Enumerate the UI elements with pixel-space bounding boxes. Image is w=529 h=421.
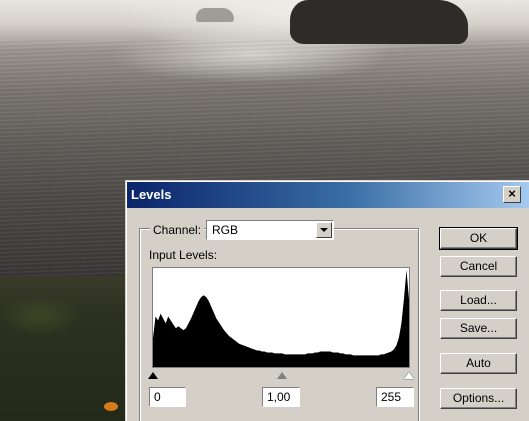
ok-button[interactable]: OK xyxy=(439,227,518,250)
gamma-slider[interactable] xyxy=(277,372,287,379)
levels-dialog: Levels × Channel: RGB Input Levels: 0 1,… xyxy=(126,181,529,421)
screen: Levels × Channel: RGB Input Levels: 0 1,… xyxy=(0,0,529,421)
cancel-button[interactable]: Cancel xyxy=(440,256,517,277)
close-icon: × xyxy=(508,186,516,201)
white-input[interactable]: 255 xyxy=(376,387,414,407)
orange-flower xyxy=(104,402,118,411)
input-slider[interactable] xyxy=(148,371,414,381)
input-levels-label: Input Levels: xyxy=(149,248,218,262)
dialog-titlebar[interactable]: Levels × xyxy=(127,182,529,208)
histogram-area xyxy=(153,270,409,367)
distant-islet xyxy=(196,8,234,22)
channel-dropdown-button[interactable] xyxy=(316,222,332,238)
white-point-slider[interactable] xyxy=(404,372,414,379)
save-button[interactable]: Save... xyxy=(440,318,517,339)
black-point-slider[interactable] xyxy=(148,372,158,379)
channel-label: Channel: xyxy=(150,223,205,237)
auto-button[interactable]: Auto xyxy=(440,353,517,374)
gamma-input[interactable]: 1,00 xyxy=(262,387,300,407)
black-input[interactable]: 0 xyxy=(149,387,186,407)
channel-select[interactable]: RGB xyxy=(206,220,334,240)
histogram xyxy=(152,267,410,368)
load-button[interactable]: Load... xyxy=(440,290,517,311)
grass-foreground xyxy=(0,276,140,421)
chevron-down-icon xyxy=(320,228,328,232)
histogram-graph xyxy=(153,270,409,367)
dialog-title: Levels xyxy=(131,187,172,202)
rock-island xyxy=(290,0,468,44)
options-button[interactable]: Options... xyxy=(440,388,517,409)
channel-value: RGB xyxy=(212,223,239,237)
close-button[interactable]: × xyxy=(503,186,521,203)
